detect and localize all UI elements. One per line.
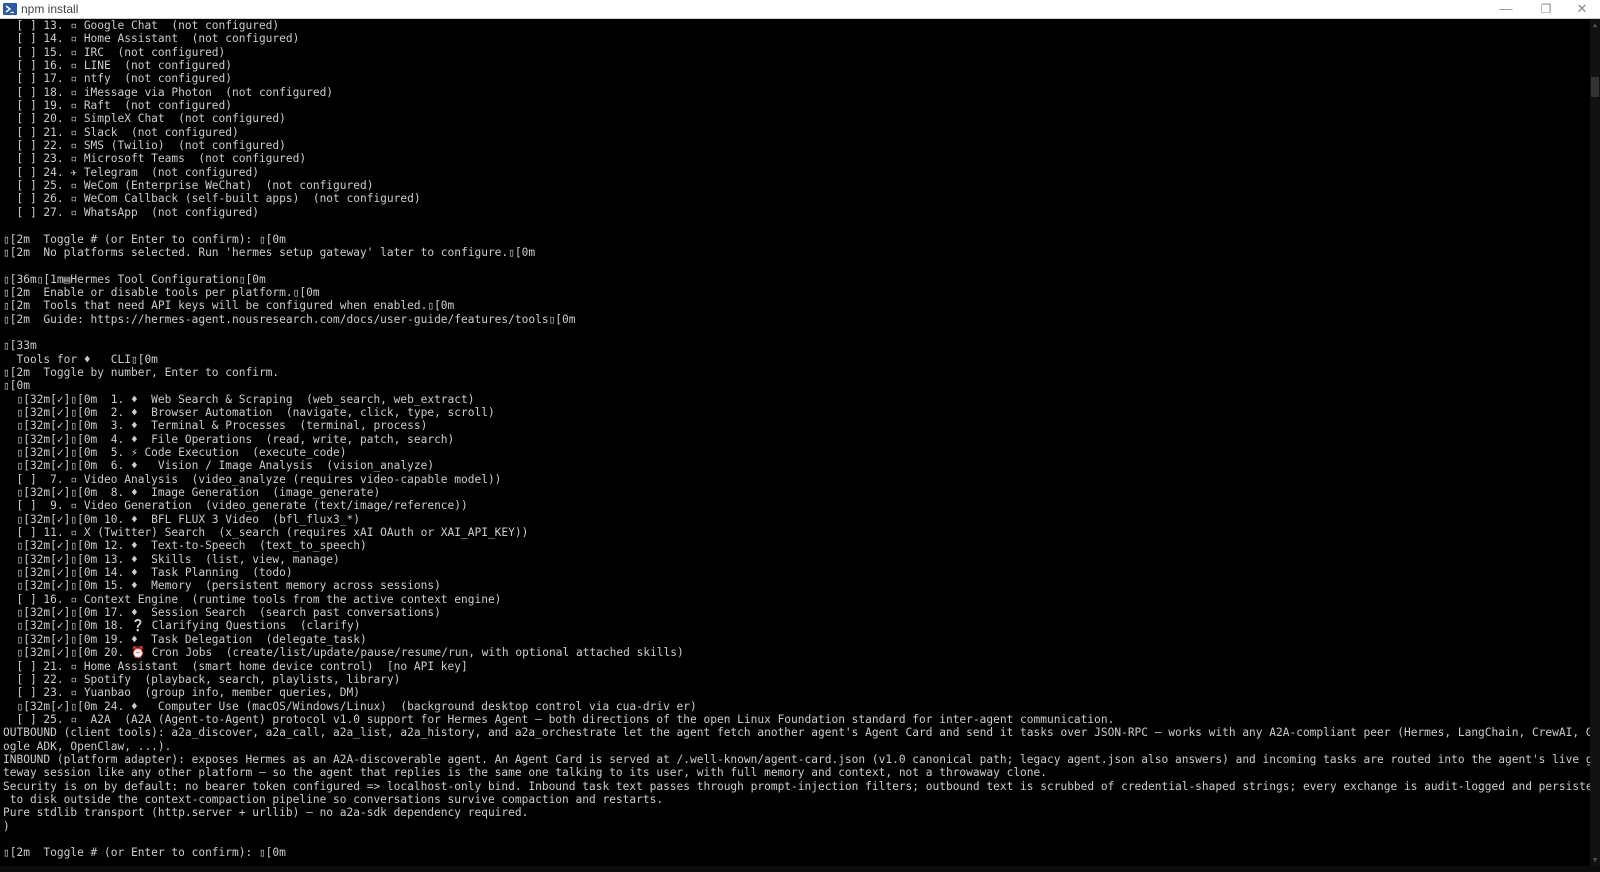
terminal-line: Tools for ♦ CLI▯[0m — [3, 352, 158, 366]
terminal-line: ▯[32m[✓]▯[0m 8. ♦ Image Generation (imag… — [3, 486, 381, 500]
terminal-line: ▯[32m[✓]▯[0m 19. ♦ Task Delegation (dele… — [3, 632, 367, 646]
terminal-line: ) — [3, 819, 10, 833]
terminal-line: [ ] 18. ▫ iMessage via Photon (not confi… — [3, 85, 334, 99]
terminal-line: ▯[32m[✓]▯[0m 14. ♦ Task Planning (todo) — [3, 566, 293, 580]
terminal-output[interactable]: [ ] 13. ▫ Google Chat (not configured) [… — [0, 19, 1590, 866]
terminal-line: ▯[32m[✓]▯[0m 1. ♦ Web Search & Scraping … — [3, 392, 475, 406]
terminal-line: ▯[32m[✓]▯[0m 13. ♦ Skills (list, view, m… — [3, 552, 340, 566]
terminal-line: [ ] 21. ▫ Home Assistant (smart home dev… — [3, 659, 468, 673]
terminal-line: [ ] 17. ▫ ntfy (not configured) — [3, 72, 233, 86]
terminal-line: ▯[32m[✓]▯[0m 2. ♦ Browser Automation (na… — [3, 405, 495, 419]
scroll-down-arrow-icon[interactable]: ▼ — [1590, 855, 1600, 865]
terminal-line: [ ] 16. ▫ Context Engine (runtime tools … — [3, 592, 502, 606]
maximize-button[interactable]: ❐ — [1526, 0, 1566, 18]
terminal-line: [ ] 13. ▫ Google Chat (not configured) — [3, 19, 280, 32]
terminal-line: ▯[2m Toggle by number, Enter to confirm. — [3, 365, 280, 379]
terminal-line: ▯[32m[✓]▯[0m 10. ♦ BFL FLUX 3 Video (bfl… — [3, 512, 360, 526]
terminal-lines: [ ] 13. ▫ Google Chat (not configured) [… — [3, 19, 1590, 860]
terminal-line: ▯[32m[✓]▯[0m 4. ♦ File Operations (read,… — [3, 432, 455, 446]
terminal-line: [ ] 9. ▫ Video Generation (video_generat… — [3, 499, 468, 513]
terminal-line: ▯[2m Guide: https://hermes-agent.nousres… — [3, 312, 576, 326]
terminal-line: [ ] 27. ▫ WhatsApp (not configured) — [3, 205, 259, 219]
terminal-line: ogle ADK, OpenClaw, ...). — [3, 739, 172, 753]
terminal-line: ▯[32m[✓]▯[0m 24. ♦ Computer Use (macOS/W… — [3, 699, 697, 713]
terminal-line: ▯[32m[✓]▯[0m 20. ⏰ Cron Jobs (create/lis… — [3, 646, 684, 660]
terminal-line: ▯[32m[✓]▯[0m 18. ❔ Clarifying Questions … — [3, 619, 361, 633]
scroll-thumb[interactable] — [1591, 77, 1599, 97]
terminal-line: [ ] 7. ▫ Video Analysis (video_analyze (… — [3, 472, 502, 486]
terminal-line: teway session like any other platform — … — [3, 766, 1047, 780]
terminal-line: [ ] 24. ✈ Telegram (not configured) — [3, 165, 259, 179]
terminal-line: ▯[33m — [3, 339, 37, 353]
terminal-line: ▯[0m — [3, 379, 30, 393]
title-bar[interactable]: npm install — ❐ ✕ — [0, 0, 1600, 19]
terminal-line: OUTBOUND (client tools): a2a_discover, a… — [3, 726, 1590, 740]
terminal-line: ▯[2m Toggle # (or Enter to confirm): ▯[0… — [3, 846, 286, 860]
terminal-line: [ ] 25. ▫ WeCom (Enterprise WeChat) (not… — [3, 179, 374, 193]
powershell-icon — [3, 3, 17, 15]
terminal-line: [ ] 22. ▫ SMS (Twilio) (not configured) — [3, 139, 286, 153]
terminal-line: to disk outside the context-compaction p… — [3, 792, 664, 806]
minimize-button[interactable]: — — [1486, 0, 1526, 18]
terminal-line: [ ] 23. ▫ Yuanbao (group info, member qu… — [3, 686, 360, 700]
terminal-line: [ ] 25. ▫ A2A (A2A (Agent-to-Agent) prot… — [3, 712, 1115, 726]
terminal-line: ▯[32m[✓]▯[0m 15. ♦ Memory (persistent me… — [3, 579, 441, 593]
terminal-line: [ ] 15. ▫ IRC (not configured) — [3, 45, 226, 59]
terminal-line: [ ] 14. ▫ Home Assistant (not configured… — [3, 32, 300, 46]
terminal-line: [ ] 26. ▫ WeCom Callback (self-built app… — [3, 192, 421, 206]
close-button[interactable]: ✕ — [1562, 0, 1600, 18]
terminal-line: ▯[36m▯[1m▤Hermes Tool Configuration▯[0m — [3, 272, 266, 286]
terminal-line: [ ] 23. ▫ Microsoft Teams (not configure… — [3, 152, 307, 166]
terminal-line: [ ] 21. ▫ Slack (not configured) — [3, 125, 239, 139]
terminal-line: ▯[32m[✓]▯[0m 12. ♦ Text-to-Speech (text_… — [3, 539, 367, 553]
window-title: npm install — [21, 2, 79, 16]
terminal-line: ▯[2m Enable or disable tools per platfor… — [3, 285, 320, 299]
scroll-up-arrow-icon[interactable]: ▲ — [1590, 20, 1600, 30]
terminal-line: ▯[32m[✓]▯[0m 17. ♦ Session Search (searc… — [3, 606, 441, 620]
terminal-line: [ ] 16. ▫ LINE (not configured) — [3, 59, 233, 73]
terminal-line: [ ] 11. ▫ X (Twitter) Search (x_search (… — [3, 526, 529, 540]
terminal-line: ▯[2m Toggle # (or Enter to confirm): ▯[0… — [3, 232, 286, 246]
terminal-line: ▯[2m Tools that need API keys will be co… — [3, 299, 455, 313]
terminal-line: ▯[32m[✓]▯[0m 5. ⚡ Code Execution (execut… — [3, 446, 347, 459]
terminal-line: Security is on by default: no bearer tok… — [3, 779, 1590, 793]
terminal-line: Pure stdlib transport (http.server + url… — [3, 806, 529, 820]
terminal-line: ▯[32m[✓]▯[0m 3. ♦ Terminal & Processes (… — [3, 419, 428, 433]
window-bottom-edge — [0, 866, 1600, 872]
terminal-line: [ ] 22. ▫ Spotify (playback, search, pla… — [3, 672, 401, 686]
vertical-scrollbar[interactable]: ▲ ▼ — [1590, 19, 1600, 866]
terminal-line: [ ] 19. ▫ Raft (not configured) — [3, 99, 233, 113]
terminal-line: [ ] 20. ▫ SimpleX Chat (not configured) — [3, 112, 286, 126]
terminal-line: ▯[32m[✓]▯[0m 6. ♦ Vision / Image Analysi… — [3, 459, 435, 473]
terminal-line: ▯[2m No platforms selected. Run 'hermes … — [3, 245, 536, 259]
terminal-line: INBOUND (platform adapter): exposes Herm… — [3, 752, 1590, 766]
